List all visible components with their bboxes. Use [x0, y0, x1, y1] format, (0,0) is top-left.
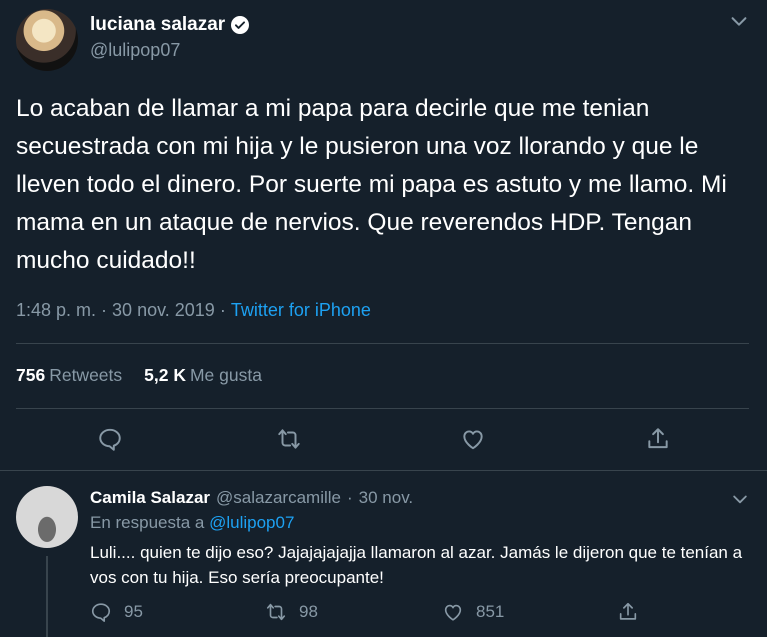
reply-header: Camila Salazar @salazarcamille · 30 nov. [90, 488, 413, 508]
reply-icon [91, 603, 111, 622]
chevron-down-icon[interactable] [728, 10, 750, 32]
like-icon [444, 604, 462, 621]
retweets-label: Retweets [49, 365, 123, 385]
reply-text: Luli.... quien te dijo eso? Jajajajajajj… [90, 543, 743, 587]
share-icon [619, 602, 637, 620]
reply-reply-button[interactable]: 95 [90, 601, 143, 623]
likes-label: Me gusta [189, 365, 262, 385]
thread-line [46, 556, 48, 637]
chevron-down-icon[interactable] [730, 489, 750, 509]
author-name[interactable]: luciana salazar [90, 14, 225, 36]
retweet-icon[interactable] [276, 426, 302, 452]
divider [0, 470, 767, 471]
retweet-icon [266, 603, 286, 621]
meta-separator: · [96, 300, 113, 320]
tweet-text: Lo acaban de llamar a mi papa para decir… [16, 95, 727, 274]
in-reply-prefix: En respuesta a [90, 513, 205, 532]
likes-count: 5,2 K [144, 365, 186, 385]
verified-icon [231, 16, 250, 34]
reply-retweet-button[interactable]: 98 [265, 601, 318, 623]
reply-count: 95 [124, 602, 143, 621]
author-name-row[interactable]: luciana salazar [90, 14, 250, 36]
author-avatar[interactable] [16, 9, 78, 71]
reply-date[interactable]: 30 nov. [359, 488, 414, 508]
in-reply-handle-link[interactable]: @lulipop07 [209, 513, 294, 532]
divider [16, 343, 749, 344]
reply-author-avatar[interactable] [16, 486, 78, 548]
like-count: 851 [476, 602, 505, 621]
reply-separator: · [346, 488, 353, 507]
tweet-time[interactable]: 1:48 p. m. [16, 300, 96, 321]
reply-share-button[interactable] [617, 601, 639, 623]
tweet-date[interactable]: 30 nov. 2019 [112, 300, 215, 321]
retweets-stat[interactable]: 756 Retweets [16, 365, 122, 386]
meta-separator: · [214, 300, 231, 320]
reply-like-button[interactable]: 851 [442, 601, 504, 623]
divider [16, 408, 749, 409]
reply-author-handle[interactable]: @salazarcamille [216, 488, 341, 508]
tweet-stats: 756 Retweets 5,2 K Me gusta [16, 365, 262, 386]
in-reply-to: En respuesta a @lulipop07 [90, 513, 294, 533]
like-icon[interactable] [460, 426, 486, 452]
tweet-meta: 1:48 p. m. · 30 nov. 2019 · Twitter for … [16, 300, 371, 321]
retweet-count: 98 [299, 602, 318, 621]
share-icon[interactable] [645, 426, 671, 452]
reply-icon[interactable] [97, 426, 123, 452]
retweets-count: 756 [16, 365, 46, 385]
reply-author-name[interactable]: Camila Salazar [90, 488, 210, 508]
author-handle[interactable]: @lulipop07 [90, 40, 180, 61]
tweet-source-link[interactable]: Twitter for iPhone [231, 300, 371, 321]
likes-stat[interactable]: 5,2 K Me gusta [144, 365, 262, 386]
